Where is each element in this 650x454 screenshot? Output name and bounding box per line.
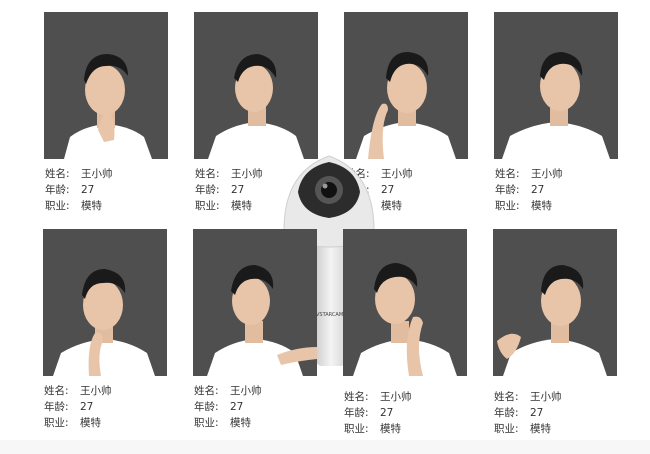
model-photo bbox=[194, 12, 318, 159]
model-info: 姓名: 王小帅 年龄: 27 职业: 模特 bbox=[495, 166, 625, 214]
model-photo bbox=[44, 12, 168, 159]
name-value: 王小帅 bbox=[381, 168, 413, 180]
footer-band bbox=[0, 440, 650, 454]
name-value: 王小帅 bbox=[231, 168, 263, 180]
job-label: 职业: bbox=[494, 423, 519, 435]
job-label: 职业: bbox=[194, 417, 219, 429]
age-label: 年龄: bbox=[494, 407, 519, 419]
age-value: 27 bbox=[81, 184, 95, 196]
name-value: 王小帅 bbox=[80, 385, 112, 397]
job-value: 模特 bbox=[531, 200, 552, 212]
age-value: 27 bbox=[530, 407, 544, 419]
job-label: 职业: bbox=[195, 200, 220, 212]
age-label: 年龄: bbox=[344, 407, 369, 419]
job-value: 模特 bbox=[380, 423, 401, 435]
name-value: 王小帅 bbox=[530, 391, 562, 403]
job-label: 职业: bbox=[45, 200, 70, 212]
age-value: 27 bbox=[531, 184, 545, 196]
age-label: 年龄: bbox=[195, 184, 220, 196]
age-label: 年龄: bbox=[194, 401, 219, 413]
job-value: 模特 bbox=[381, 200, 402, 212]
model-photo bbox=[494, 12, 618, 159]
model-info: 姓名: 王小帅 年龄: 27 职业: 模特 bbox=[344, 389, 474, 437]
job-value: 模特 bbox=[231, 200, 252, 212]
model-info: 姓名: 王小帅 年龄: 27 职业: 模特 bbox=[44, 383, 174, 431]
job-value: 模特 bbox=[81, 200, 102, 212]
age-value: 27 bbox=[80, 401, 94, 413]
name-label: 姓名: bbox=[195, 168, 220, 180]
model-photo bbox=[43, 229, 167, 376]
age-value: 27 bbox=[381, 184, 395, 196]
model-info: 姓名: 王小帅 年龄: 27 职业: 模特 bbox=[45, 166, 175, 214]
name-value: 王小帅 bbox=[81, 168, 113, 180]
job-value: 模特 bbox=[230, 417, 251, 429]
name-value: 王小帅 bbox=[380, 391, 412, 403]
camera-brand-text: VSTARCAM bbox=[316, 312, 343, 318]
name-label: 姓名: bbox=[45, 168, 70, 180]
age-value: 27 bbox=[230, 401, 244, 413]
name-label: 姓名: bbox=[194, 385, 219, 397]
model-photo bbox=[193, 229, 317, 376]
model-photo bbox=[343, 229, 467, 376]
model-info: 姓名: 王小帅 年龄: 27 职业: 模特 bbox=[494, 389, 624, 437]
age-label: 年龄: bbox=[495, 184, 520, 196]
name-label: 姓名: bbox=[344, 391, 369, 403]
model-photo bbox=[493, 229, 617, 376]
model-photo bbox=[344, 12, 468, 159]
name-value: 王小帅 bbox=[230, 385, 262, 397]
job-value: 模特 bbox=[80, 417, 101, 429]
age-label: 年龄: bbox=[45, 184, 70, 196]
name-label: 姓名: bbox=[495, 168, 520, 180]
name-label: 姓名: bbox=[44, 385, 69, 397]
model-info: 姓名: 王小帅 年龄: 27 职业: 模特 bbox=[194, 383, 324, 431]
job-label: 职业: bbox=[344, 423, 369, 435]
age-value: 27 bbox=[231, 184, 245, 196]
job-label: 职业: bbox=[44, 417, 69, 429]
age-label: 年龄: bbox=[44, 401, 69, 413]
name-label: 姓名: bbox=[494, 391, 519, 403]
name-value: 王小帅 bbox=[531, 168, 563, 180]
age-value: 27 bbox=[380, 407, 394, 419]
job-value: 模特 bbox=[530, 423, 551, 435]
job-label: 职业: bbox=[495, 200, 520, 212]
